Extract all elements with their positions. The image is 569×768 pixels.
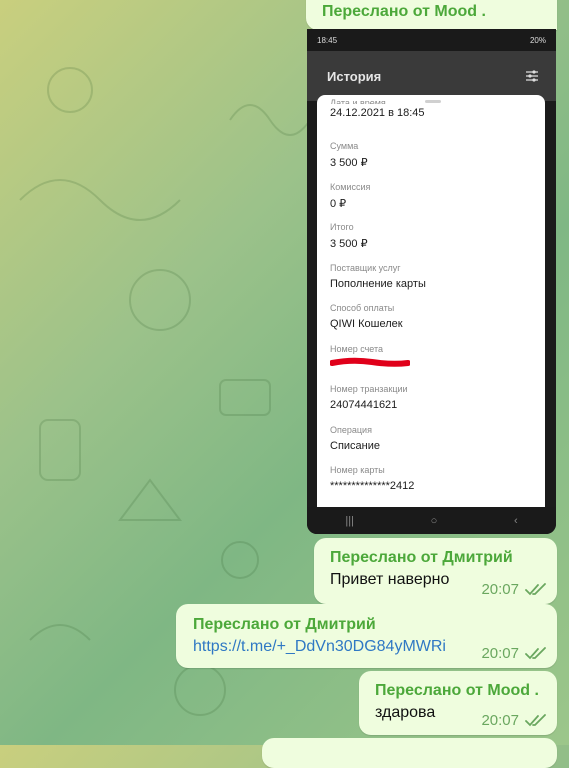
message-meta: 20:07 [481,645,547,662]
back-icon: ‹ [513,514,518,527]
field-payment-method: Способ оплаты QIWI Кошелек [330,303,403,330]
message-meta: 20:07 [481,581,547,598]
forwarded-from-label[interactable]: Переслано от Дмитрий [330,549,513,567]
read-check-icon [525,646,546,659]
field-commission: Комиссия 0 ₽ [330,182,371,210]
message-text: Привет наверно [330,571,450,588]
forwarded-screenshot[interactable]: 18:45 20% История Дата и время 24.12.202… [307,29,556,534]
message-bubble[interactable]: Переслано от Дмитрий Привет наверно 20:0… [314,538,557,604]
message-link[interactable]: https://t.me/+_DdVn30DG84yMWRi [193,638,446,656]
forwarded-from-label[interactable]: Переслано от Mood . [322,3,486,21]
phone-app-header: История [307,51,556,101]
transaction-details-sheet: Дата и время 24.12.2021 в 18:45 Сумма 3 … [317,95,545,507]
field-transaction-number: Номер транзакции 24074441621 [330,384,408,411]
message-time: 20:07 [481,645,519,662]
filter-icon [526,70,538,82]
phone-status-bar: 18:45 20% [307,29,556,51]
field-amount: Сумма 3 500 ₽ [330,141,368,169]
recents-icon: ||| [345,514,354,527]
message-bubble-forwarded-image[interactable]: Переслано от Mood . [306,0,557,30]
message-meta: 20:07 [481,712,547,729]
message-bubble[interactable]: Переслано от Дмитрий https://t.me/+_DdVn… [176,604,557,668]
phone-status-time: 18:45 [317,35,338,45]
field-card-number: Номер карты **************2412 [330,465,415,492]
message-bubble[interactable]: Переслано от Mood . здарова 20:07 [359,671,557,735]
sheet-handle [425,100,441,103]
home-icon: ○ [430,514,438,527]
message-bubble-partial[interactable] [262,738,557,768]
message-text: здарова [375,704,436,721]
field-account-number: Номер счета [330,344,410,370]
field-total: Итого 3 500 ₽ [330,222,368,250]
read-check-icon [525,582,546,595]
phone-nav-bar: ||| ○ ‹ [307,507,556,534]
forwarded-from-label[interactable]: Переслано от Mood . [375,682,539,700]
field-provider: Поставщик услуг Пополнение карты [330,263,426,290]
message-time: 20:07 [481,581,519,598]
read-check-icon [525,713,546,726]
phone-header-title: История [327,68,382,84]
message-time: 20:07 [481,712,519,729]
forwarded-from-label[interactable]: Переслано от Дмитрий [193,616,376,634]
phone-battery: 20% [529,35,546,45]
redaction-scribble [330,357,410,367]
field-operation: Операция Списание [330,425,380,452]
field-date: Дата и время 24.12.2021 в 18:45 [330,98,425,119]
